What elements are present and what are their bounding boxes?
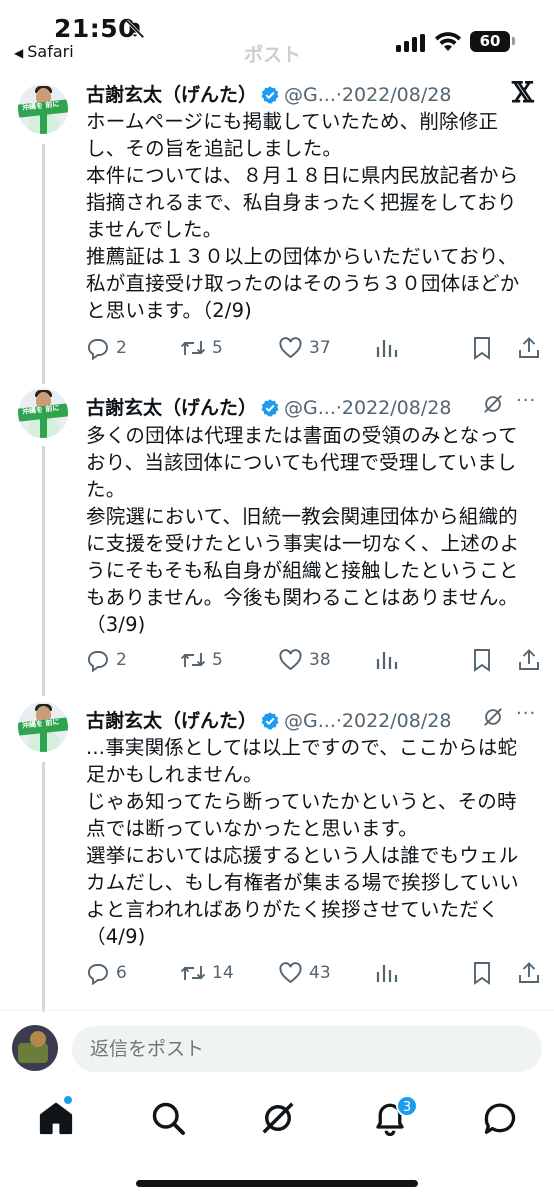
- tweet-date[interactable]: ·2022/08/28: [336, 84, 452, 106]
- repost-count: 5: [212, 650, 223, 670]
- tweet-date[interactable]: ·2022/08/28: [336, 397, 452, 419]
- share-icon: [519, 337, 539, 358]
- views-button[interactable]: [376, 960, 398, 986]
- like-button[interactable]: 38: [278, 647, 331, 673]
- tweet-text: ホームページにも掲載していたため、削除修正 し、その旨を追記しました。 本件につ…: [86, 110, 520, 322]
- author-handle[interactable]: @G...: [284, 84, 336, 106]
- author-name[interactable]: 古謝玄太（げんた）: [86, 710, 257, 732]
- heart-icon: [279, 649, 302, 671]
- reply-icon: [88, 651, 108, 672]
- verified-badge-icon: [261, 712, 279, 730]
- cellular-signal-icon: [396, 34, 428, 52]
- messages-icon[interactable]: [482, 1100, 518, 1136]
- bookmark-button[interactable]: [472, 960, 492, 986]
- search-icon[interactable]: [150, 1100, 186, 1136]
- more-options-icon[interactable]: ···: [516, 390, 536, 411]
- author-handle[interactable]: @G...: [284, 710, 336, 732]
- x-logo-icon[interactable]: 𝕏: [512, 76, 534, 109]
- views-icon: [376, 965, 398, 982]
- thread-line: [42, 762, 45, 1012]
- share-icon: [519, 962, 539, 983]
- reply-icon: [88, 339, 108, 360]
- reply-composer: [0, 1010, 554, 1086]
- tweet-date[interactable]: ·2022/08/28: [336, 710, 452, 732]
- repost-button[interactable]: 5: [180, 335, 223, 361]
- tweet-actions: 2 5 37: [86, 335, 546, 361]
- like-count: 43: [309, 963, 331, 983]
- share-button[interactable]: [518, 335, 540, 361]
- avatar[interactable]: 沖縄を 前に: [18, 84, 68, 134]
- home-icon[interactable]: [38, 1100, 74, 1136]
- repost-button[interactable]: 14: [180, 960, 234, 986]
- author-name[interactable]: 古謝玄太（げんた）: [86, 397, 257, 419]
- repost-icon: [180, 341, 206, 355]
- heart-icon: [279, 337, 302, 359]
- bookmark-button[interactable]: [472, 335, 492, 361]
- reply-icon: [88, 964, 108, 985]
- thread-line: [42, 446, 45, 696]
- status-bar: 21:50 ◀ Safari ポスト 60: [0, 0, 554, 66]
- bookmark-icon: [474, 962, 490, 985]
- battery-indicator: 60: [470, 31, 510, 52]
- tweet-header: 古謝玄太（げんた） @G...·2022/08/28: [86, 393, 451, 419]
- like-button[interactable]: 37: [278, 335, 331, 361]
- avatar[interactable]: 沖縄を 前に: [18, 702, 68, 752]
- like-count: 38: [309, 650, 331, 670]
- home-indicator: [136, 1180, 418, 1187]
- reply-button[interactable]: 2: [86, 647, 127, 673]
- battery-cap: [512, 37, 515, 45]
- reply-button[interactable]: 6: [86, 960, 127, 986]
- share-button[interactable]: [518, 960, 540, 986]
- verified-badge-icon: [261, 399, 279, 417]
- unread-dot: [64, 1096, 72, 1104]
- avatar[interactable]: 沖縄を 前に: [18, 388, 68, 438]
- thread-line: [42, 144, 45, 384]
- repost-icon: [180, 966, 206, 980]
- header-title: ポスト: [244, 44, 302, 66]
- wifi-icon: [435, 32, 461, 51]
- back-arrow-icon: ◀: [14, 46, 24, 60]
- heart-icon: [279, 962, 302, 984]
- bottom-tab-bar: [0, 1086, 554, 1150]
- views-button[interactable]: [376, 647, 398, 673]
- like-count: 37: [309, 338, 331, 358]
- tweet-header: 古謝玄太（げんた） @G...·2022/08/28: [86, 706, 451, 732]
- share-button[interactable]: [518, 647, 540, 673]
- grok-icon[interactable]: [482, 706, 504, 728]
- repost-button[interactable]: 5: [180, 647, 223, 673]
- my-avatar[interactable]: [12, 1025, 58, 1071]
- grok-icon[interactable]: [482, 393, 504, 415]
- verified-badge-icon: [261, 86, 279, 104]
- reply-count: 2: [116, 338, 127, 358]
- bookmark-icon: [474, 649, 490, 672]
- tweet-header: 古謝玄太（げんた） @G...·2022/08/28: [86, 80, 451, 106]
- tweet-text: 多くの団体は代理または書面の受領のみとなって おり、当該団体についても代理で受理…: [86, 424, 520, 636]
- views-button[interactable]: [376, 335, 398, 361]
- bookmark-icon: [474, 337, 490, 360]
- more-options-icon[interactable]: ···: [516, 703, 536, 724]
- tweet-text: ...事実関係としては以上ですので、ここからは蛇 足かもしれません。 じゃあ知っ…: [86, 736, 519, 948]
- reply-count: 2: [116, 650, 127, 670]
- bell-off-icon: [125, 19, 145, 39]
- reply-input[interactable]: [72, 1026, 542, 1072]
- views-icon: [376, 652, 398, 669]
- like-button[interactable]: 43: [278, 960, 331, 986]
- author-handle[interactable]: @G...: [284, 397, 336, 419]
- tweet-actions: 2 5 38: [86, 647, 546, 673]
- bookmark-button[interactable]: [472, 647, 492, 673]
- reply-button[interactable]: 2: [86, 335, 127, 361]
- back-to-safari-link[interactable]: ◀ Safari: [14, 42, 74, 61]
- views-icon: [376, 340, 398, 357]
- repost-count: 5: [212, 338, 223, 358]
- grok-icon[interactable]: [260, 1100, 296, 1136]
- author-name[interactable]: 古謝玄太（げんた）: [86, 84, 257, 106]
- repost-count: 14: [212, 963, 234, 983]
- tweet-actions: 6 14 43: [86, 960, 546, 986]
- share-icon: [519, 649, 539, 670]
- reply-count: 6: [116, 963, 127, 983]
- repost-icon: [180, 653, 206, 667]
- notifications-badge: 3: [396, 1095, 418, 1117]
